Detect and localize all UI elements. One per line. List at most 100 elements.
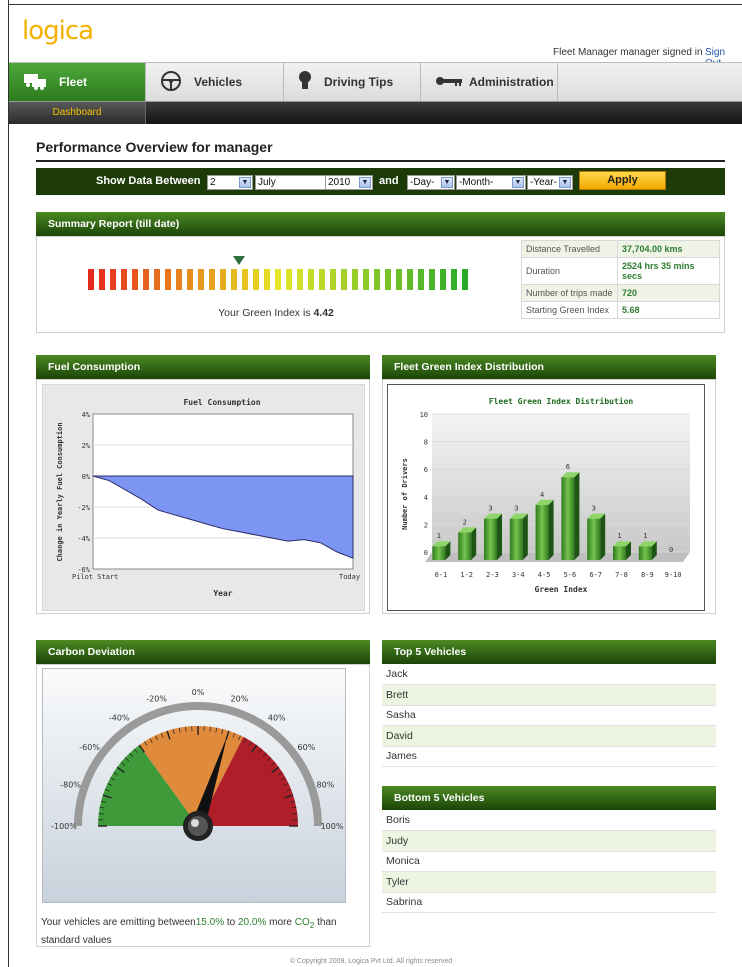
tab-administration[interactable]: Administration bbox=[421, 63, 558, 101]
summary-stats-table: Distance Travelled 37,704.00 kms Duration… bbox=[521, 240, 720, 319]
and-label: and bbox=[379, 175, 399, 187]
stat-label: Duration bbox=[521, 257, 618, 285]
x-tick-label: Pilot Start bbox=[72, 573, 118, 581]
green-index-bar bbox=[187, 269, 193, 290]
fuel-chart-title: Fuel Consumption bbox=[183, 397, 260, 407]
green-index-bar bbox=[253, 269, 259, 290]
x-tick-label: 6-7 bbox=[589, 571, 602, 579]
green-index-bar bbox=[451, 269, 457, 290]
y-tick-label: 0 bbox=[424, 549, 428, 557]
stat-value: 37,704.00 kms bbox=[617, 240, 720, 258]
footer: © Copyright 2009, Logica Pvt Ltd. All ri… bbox=[289, 958, 453, 965]
frame-top bbox=[8, 4, 742, 5]
distribution-y-label: Number of Drivers bbox=[401, 458, 409, 530]
tab-driving-tips-label: Driving Tips bbox=[324, 75, 394, 89]
list-item[interactable]: Tyler bbox=[382, 872, 716, 893]
fuel-x-label: Year bbox=[213, 589, 232, 598]
x-tick-label: 5-6 bbox=[564, 571, 577, 579]
list-item[interactable]: James bbox=[382, 746, 716, 767]
green-index-bar bbox=[374, 269, 380, 290]
green-index-bar bbox=[418, 269, 424, 290]
frame-left bbox=[8, 0, 9, 967]
y-tick-label: 4% bbox=[82, 411, 91, 419]
list-item[interactable]: Sabrina bbox=[382, 892, 716, 913]
stat-value: 5.68 bbox=[617, 301, 720, 319]
green-index-bar bbox=[341, 269, 347, 290]
carbon-gauge: -100% -80% -60% -40% -20% 0% 20% 40% 60% 80% 100% bbox=[42, 668, 346, 903]
chevron-down-icon: ▼ bbox=[239, 177, 251, 188]
tab-driving-tips[interactable]: Driving Tips bbox=[284, 63, 421, 101]
to-month-value: -Month- bbox=[459, 177, 494, 188]
green-index-bar bbox=[220, 269, 226, 290]
logo[interactable]: logica bbox=[22, 16, 94, 46]
distribution-header: Fleet Green Index Distribution bbox=[382, 355, 716, 379]
green-index-bar bbox=[363, 269, 369, 290]
from-year-select[interactable]: 2010 ▼ bbox=[325, 175, 373, 190]
co2-text: CO bbox=[294, 917, 310, 928]
list-item[interactable]: David bbox=[382, 726, 716, 747]
green-index-prefix: Your Green Index is bbox=[218, 307, 311, 319]
green-index-bar bbox=[330, 269, 336, 290]
signed-in-text: Fleet Manager manager signed in bbox=[553, 47, 703, 58]
stat-label: Distance Travelled bbox=[521, 240, 618, 258]
list-item[interactable]: Judy bbox=[382, 831, 716, 852]
bar bbox=[458, 532, 472, 560]
x-tick-label: 0-1 bbox=[435, 571, 448, 579]
data-label: 1 bbox=[643, 532, 647, 540]
green-index-bar bbox=[165, 269, 171, 290]
carbon-low-value: 15.0% bbox=[195, 917, 225, 928]
distribution-chart: Fleet Green Index Distribution 1 0-1 2 1-2 3… bbox=[387, 384, 705, 611]
gauge-label: 20% bbox=[231, 695, 249, 704]
apply-button[interactable]: Apply bbox=[579, 171, 666, 190]
list-item[interactable]: Boris bbox=[382, 810, 716, 831]
list-item[interactable]: Brett bbox=[382, 685, 716, 706]
bar bbox=[484, 518, 497, 560]
green-index-bar bbox=[462, 269, 468, 290]
to-year-select[interactable]: -Year- ▼ bbox=[527, 175, 573, 190]
green-index-bar bbox=[407, 269, 413, 290]
gauge-label: -60% bbox=[79, 743, 100, 752]
stat-row: Starting Green Index 5.68 bbox=[521, 301, 720, 319]
carbon-summary-text: Your vehicles are emitting between15.0% … bbox=[41, 915, 371, 948]
tab-fleet[interactable]: Fleet bbox=[9, 63, 146, 101]
green-index-bar bbox=[429, 269, 435, 290]
chevron-down-icon: ▼ bbox=[559, 177, 571, 188]
green-index-bar bbox=[209, 269, 215, 290]
y-tick-label: -4% bbox=[77, 535, 90, 543]
fuel-chart: Fuel Consumption 4%2%0%-2%-4%-6% Pilot S… bbox=[42, 384, 365, 611]
green-index-bar bbox=[198, 269, 204, 290]
tab-administration-label: Administration bbox=[469, 75, 554, 89]
to-day-value: -Day- bbox=[410, 177, 435, 188]
key-icon bbox=[435, 75, 463, 90]
subnav-dashboard[interactable]: Dashboard bbox=[9, 102, 146, 124]
list-item[interactable]: Jack bbox=[382, 664, 716, 685]
from-day-value: 2 bbox=[210, 177, 216, 188]
stat-row: Number of trips made 720 bbox=[521, 284, 720, 302]
date-filter-bar: Show Data Between 2▼ July▼ 2010▼ and -Da… bbox=[36, 168, 725, 195]
bar-side bbox=[471, 527, 477, 560]
tab-vehicles[interactable]: Vehicles bbox=[146, 63, 284, 101]
green-index-bar bbox=[110, 269, 116, 290]
sub-nav: Dashboard bbox=[9, 102, 742, 124]
list-item[interactable]: Monica bbox=[382, 851, 716, 872]
page-title: Performance Overview for manager bbox=[36, 139, 273, 155]
green-index-bar bbox=[440, 269, 446, 290]
chevron-down-icon: ▼ bbox=[512, 177, 524, 188]
bar-side bbox=[548, 499, 554, 560]
y-tick-label: -2% bbox=[77, 504, 90, 512]
list-item[interactable]: Sasha bbox=[382, 705, 716, 726]
from-day-select[interactable]: 2 ▼ bbox=[207, 175, 253, 190]
green-index-bar bbox=[132, 269, 138, 290]
co2-label: CO2 bbox=[294, 917, 315, 930]
green-index-bar bbox=[88, 269, 94, 290]
data-label: 4 bbox=[540, 491, 544, 499]
gauge-label: 60% bbox=[298, 743, 316, 752]
green-index-bar bbox=[154, 269, 160, 290]
stat-label: Number of trips made bbox=[521, 284, 618, 302]
data-label: 1 bbox=[617, 532, 621, 540]
bar bbox=[613, 546, 626, 560]
x-tick-label: 1-2 bbox=[460, 571, 473, 579]
to-month-select[interactable]: -Month- ▼ bbox=[456, 175, 526, 190]
to-day-select[interactable]: -Day- ▼ bbox=[407, 175, 455, 190]
fuel-y-label: Change in Yearly Fuel Consumption bbox=[56, 422, 64, 561]
